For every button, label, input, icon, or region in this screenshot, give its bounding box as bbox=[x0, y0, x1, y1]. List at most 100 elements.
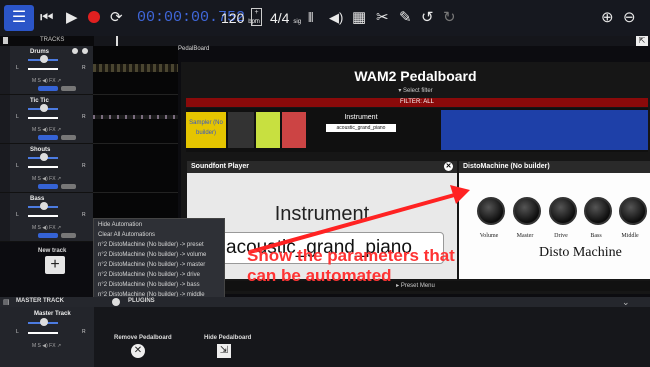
collapse-icon[interactable] bbox=[3, 37, 8, 44]
track-lane[interactable] bbox=[93, 144, 178, 193]
input-button[interactable] bbox=[38, 135, 58, 140]
loop-icon[interactable]: ⟳ bbox=[110, 8, 123, 28]
track-name: Shouts bbox=[30, 147, 51, 153]
plugins-area: Remove Pedalboard ✕ Hide Pedalboard ⇲ bbox=[94, 307, 650, 367]
track-controls[interactable]: M S ◀) FX ↗ bbox=[32, 78, 61, 84]
pedalboard-label: PedalBoard bbox=[178, 46, 210, 52]
audio-clip[interactable] bbox=[93, 115, 178, 119]
settings-icon[interactable] bbox=[112, 298, 120, 306]
automation-context-menu: Hide Automation Clear All Automations n°… bbox=[93, 218, 225, 304]
input-button[interactable] bbox=[38, 233, 58, 238]
pan-slider[interactable] bbox=[28, 332, 58, 334]
track-tic-tic[interactable]: Tic Tic L R M S ◀) FX ↗ bbox=[0, 95, 93, 144]
master-track[interactable]: Master Track L R M S ◀) FX ↗ bbox=[0, 307, 94, 367]
timeline-ruler[interactable] bbox=[94, 36, 650, 46]
knob-label: Middle bbox=[621, 233, 639, 239]
menu-item-preset[interactable]: n°2 DistoMachine (No builder) -> preset bbox=[98, 242, 204, 248]
volume-knob[interactable] bbox=[477, 197, 505, 225]
sampler-plugin[interactable]: Sampler (No builder) bbox=[186, 112, 226, 148]
menu-item-master[interactable]: n°2 DistoMachine (No builder) -> master bbox=[98, 262, 205, 268]
plugin-thumbnail[interactable] bbox=[228, 112, 254, 148]
pan-slider[interactable] bbox=[28, 117, 58, 119]
bass-knob[interactable] bbox=[584, 197, 612, 225]
pan-slider[interactable] bbox=[28, 166, 58, 168]
plugin-thumbnail[interactable] bbox=[256, 112, 280, 148]
zoom-in-icon[interactable]: ⊕ bbox=[601, 8, 614, 28]
pan-right-label: R bbox=[82, 212, 86, 218]
track-controls[interactable]: M S ◀) FX ↗ bbox=[32, 127, 61, 133]
audio-clip[interactable] bbox=[93, 64, 178, 72]
volume-icon[interactable]: ◀) bbox=[329, 8, 343, 28]
zoom-out-icon[interactable]: ⊖ bbox=[623, 8, 636, 28]
time-signature[interactable]: 4/4 sig bbox=[270, 10, 301, 26]
remove-pedalboard-button[interactable]: ✕ bbox=[131, 344, 145, 358]
menu-item-clear-automations[interactable]: Clear All Automations bbox=[98, 232, 155, 238]
select-filter[interactable]: ▾ Select filter bbox=[181, 87, 650, 94]
monitor-button[interactable] bbox=[61, 233, 76, 238]
volume-slider-thumb[interactable] bbox=[40, 318, 48, 326]
knob-label: Drive bbox=[554, 233, 568, 239]
master-knob[interactable] bbox=[513, 197, 541, 225]
pan-slider[interactable] bbox=[28, 68, 58, 70]
plugins-title: PLUGINS bbox=[128, 298, 155, 304]
monitor-button[interactable] bbox=[61, 86, 76, 91]
hide-pedalboard-label: Hide Pedalboard bbox=[204, 335, 252, 341]
plugin-thumbnail[interactable] bbox=[441, 110, 648, 150]
soundfont-header: Soundfont Player ✕ bbox=[187, 161, 457, 173]
menu-item-volume[interactable]: n°2 DistoMachine (No builder) -> volume bbox=[98, 252, 206, 258]
input-button[interactable] bbox=[38, 184, 58, 189]
instrument-select[interactable]: acoustic_grand_piano bbox=[326, 124, 396, 132]
settings-icon[interactable] bbox=[82, 48, 88, 54]
undo-icon[interactable]: ↺ bbox=[421, 8, 434, 28]
hand-icon[interactable] bbox=[72, 48, 78, 54]
monitor-button[interactable] bbox=[61, 135, 76, 140]
annotation-text: can be automated bbox=[247, 266, 392, 285]
close-icon[interactable]: ✕ bbox=[444, 162, 453, 171]
track-drums[interactable]: Drums L R M S ◀) FX ↗ bbox=[0, 46, 93, 95]
master-controls[interactable]: M S ◀) FX ↗ bbox=[32, 343, 61, 349]
metronome-icon[interactable]: ⫴ bbox=[308, 8, 313, 28]
hide-pedalboard-button[interactable]: ⇲ bbox=[217, 344, 231, 358]
add-track-button[interactable]: + bbox=[45, 256, 65, 274]
volume-slider-thumb[interactable] bbox=[40, 153, 48, 161]
volume-slider-thumb[interactable] bbox=[40, 55, 48, 63]
tempo-stepper[interactable]: + − bbox=[251, 8, 262, 26]
pen-icon[interactable]: ✎ bbox=[399, 8, 412, 28]
playhead[interactable] bbox=[116, 36, 118, 46]
sampler-label: Sampler (No builder) bbox=[189, 120, 223, 136]
redo-icon[interactable]: ↻ bbox=[443, 8, 456, 28]
volume-slider-thumb[interactable] bbox=[40, 202, 48, 210]
pan-left-label: L bbox=[16, 329, 19, 335]
play-icon[interactable]: ▶ bbox=[66, 8, 78, 28]
menu-item-hide-automation[interactable]: Hide Automation bbox=[98, 222, 142, 228]
fullscreen-icon[interactable]: ⇱ bbox=[636, 36, 648, 46]
pan-left-label: L bbox=[16, 114, 19, 120]
knob-label: Master bbox=[516, 233, 534, 239]
pan-left-label: L bbox=[16, 65, 19, 71]
drive-knob[interactable] bbox=[549, 197, 577, 225]
track-controls[interactable]: M S ◀) FX ↗ bbox=[32, 225, 61, 231]
grid-icon[interactable]: ▦ bbox=[352, 8, 366, 28]
knob-label: Bass bbox=[590, 233, 602, 239]
record-icon[interactable] bbox=[88, 11, 100, 23]
track-bass[interactable]: Bass L R M S ◀) FX ↗ bbox=[0, 193, 93, 242]
skip-back-icon[interactable]: ⏮ bbox=[40, 8, 54, 28]
track-lane[interactable] bbox=[93, 95, 178, 144]
menu-icon[interactable]: ☰ bbox=[4, 5, 34, 31]
pan-slider[interactable] bbox=[28, 215, 58, 217]
volume-slider-thumb[interactable] bbox=[40, 104, 48, 112]
plugin-thumbnail[interactable] bbox=[282, 112, 306, 148]
grid-icon[interactable]: ▤ bbox=[3, 298, 10, 306]
menu-item-bass[interactable]: n°2 DistoMachine (No builder) -> bass bbox=[98, 282, 200, 288]
input-button[interactable] bbox=[38, 86, 58, 91]
track-lane[interactable] bbox=[93, 46, 178, 95]
pan-right-label: R bbox=[82, 163, 86, 169]
track-controls[interactable]: M S ◀) FX ↗ bbox=[32, 176, 61, 182]
track-shouts[interactable]: Shouts L R M S ◀) FX ↗ bbox=[0, 144, 93, 193]
monitor-button[interactable] bbox=[61, 184, 76, 189]
track-number bbox=[0, 193, 10, 241]
scissors-icon[interactable]: ✂ bbox=[376, 8, 389, 28]
middle-knob[interactable] bbox=[619, 197, 647, 225]
menu-item-drive[interactable]: n°2 DistoMachine (No builder) -> drive bbox=[98, 272, 200, 278]
master-track-title: MASTER TRACK bbox=[16, 298, 64, 304]
